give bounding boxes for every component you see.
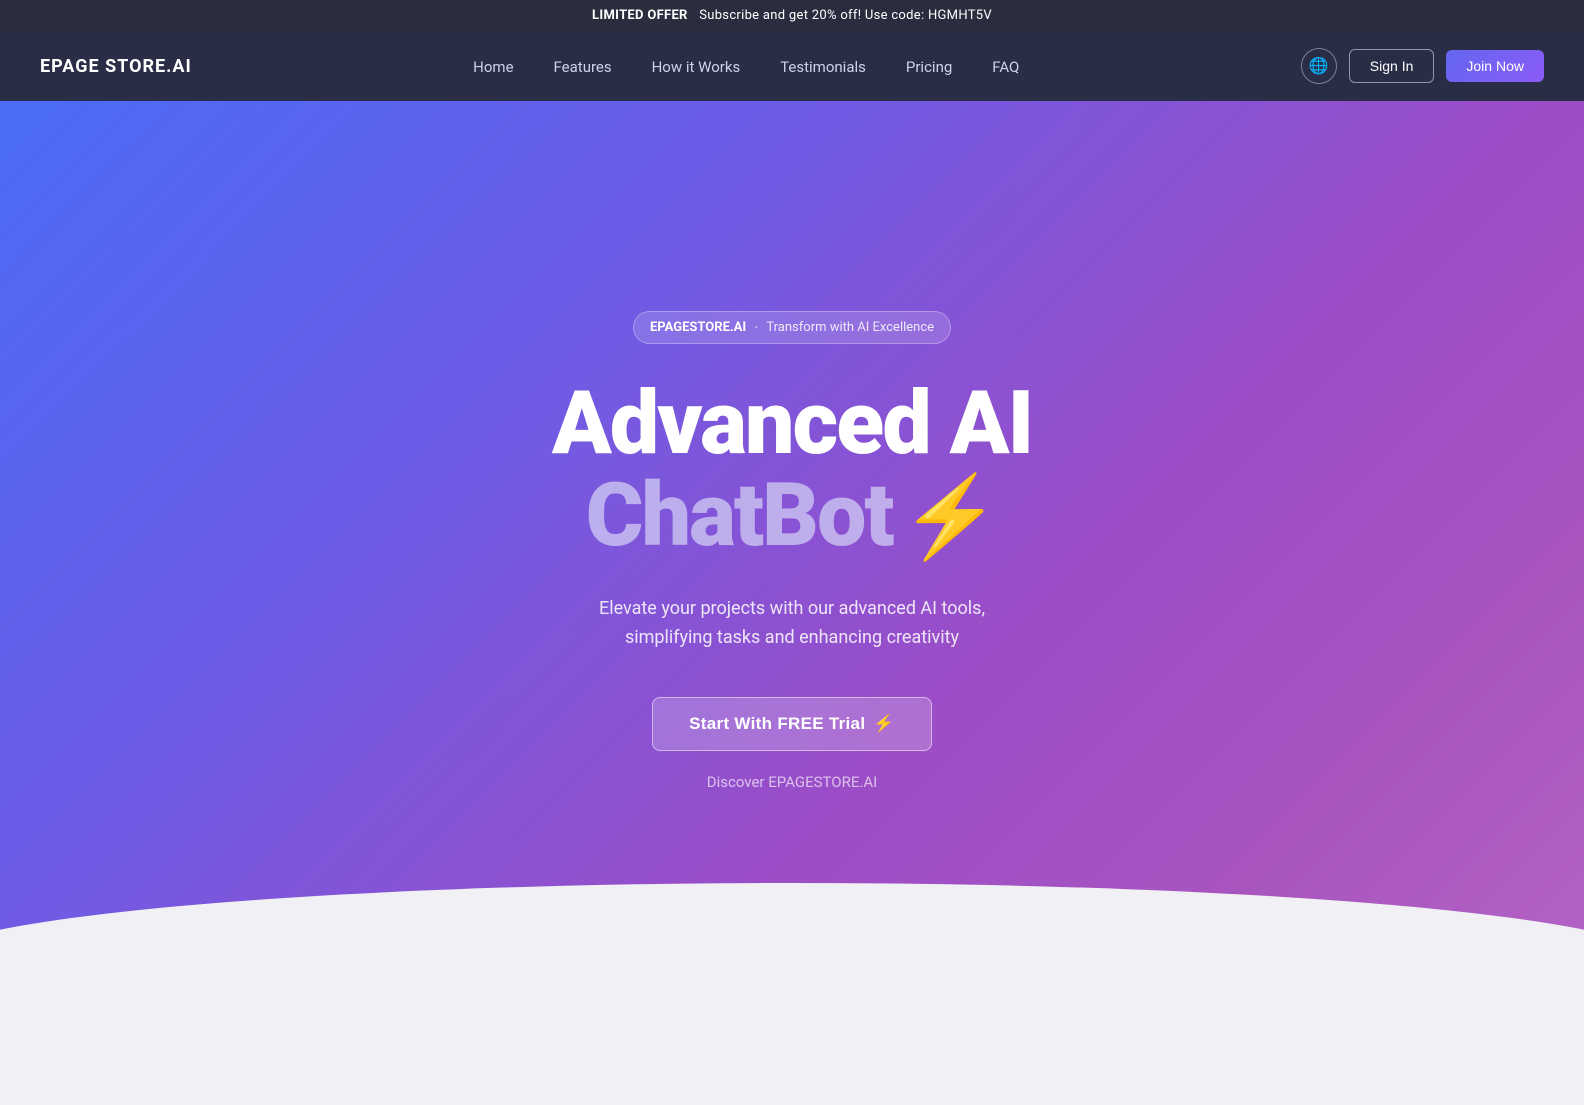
badge-brand: EPAGESTORE.AI (650, 320, 746, 335)
badge-tagline: Transform with AI Excellence (766, 320, 934, 335)
nav-link-features[interactable]: Features (554, 58, 612, 76)
nav-link-home[interactable]: Home (473, 58, 513, 76)
announcement-bar: LIMITED OFFER Subscribe and get 20% off!… (0, 0, 1584, 31)
navbar: EPAGE STORE.AI Home Features How it Work… (0, 31, 1584, 101)
badge-dot: · (754, 318, 758, 337)
nav-item-testimonials[interactable]: Testimonials (780, 57, 866, 76)
nav-links: Home Features How it Works Testimonials … (473, 57, 1019, 76)
nav-item-pricing[interactable]: Pricing (906, 57, 952, 76)
cta-lightning-icon: ⚡ (873, 714, 894, 734)
lightning-icon: ⚡ (901, 473, 999, 561)
nav-item-how-it-works[interactable]: How it Works (652, 57, 741, 76)
nav-item-home[interactable]: Home (473, 57, 513, 76)
nav-link-faq[interactable]: FAQ (992, 58, 1019, 76)
language-button[interactable]: 🌐 (1301, 48, 1337, 84)
hero-description: Elevate your projects with our advanced … (582, 595, 1002, 653)
join-now-button[interactable]: Join Now (1446, 50, 1544, 82)
nav-link-how-it-works[interactable]: How it Works (652, 58, 741, 76)
limited-offer-label: LIMITED OFFER (592, 8, 688, 23)
hero-section: EPAGESTORE.AI · Transform with AI Excell… (0, 101, 1584, 1061)
nav-item-faq[interactable]: FAQ (992, 57, 1019, 76)
discover-link[interactable]: Discover EPAGESTORE.AI (707, 773, 877, 791)
cta-free-trial-button[interactable]: Start With FREE Trial ⚡ (652, 697, 932, 751)
hero-badge: EPAGESTORE.AI · Transform with AI Excell… (633, 311, 951, 344)
nav-actions: 🌐 Sign In Join Now (1301, 48, 1544, 84)
nav-link-testimonials[interactable]: Testimonials (780, 58, 866, 76)
sign-in-button[interactable]: Sign In (1349, 49, 1435, 83)
hero-chatbot-text: ChatBot (586, 468, 893, 565)
nav-item-features[interactable]: Features (554, 57, 612, 76)
nav-link-pricing[interactable]: Pricing (906, 58, 952, 76)
globe-icon: 🌐 (1309, 56, 1329, 76)
cta-label: Start With FREE Trial (689, 714, 865, 734)
announcement-text: Subscribe and get 20% off! Use code: HGM… (699, 8, 992, 23)
hero-title-line2: ChatBot⚡ (586, 468, 999, 565)
hero-title-line1: Advanced AI (552, 380, 1032, 468)
logo[interactable]: EPAGE STORE.AI (40, 56, 192, 77)
